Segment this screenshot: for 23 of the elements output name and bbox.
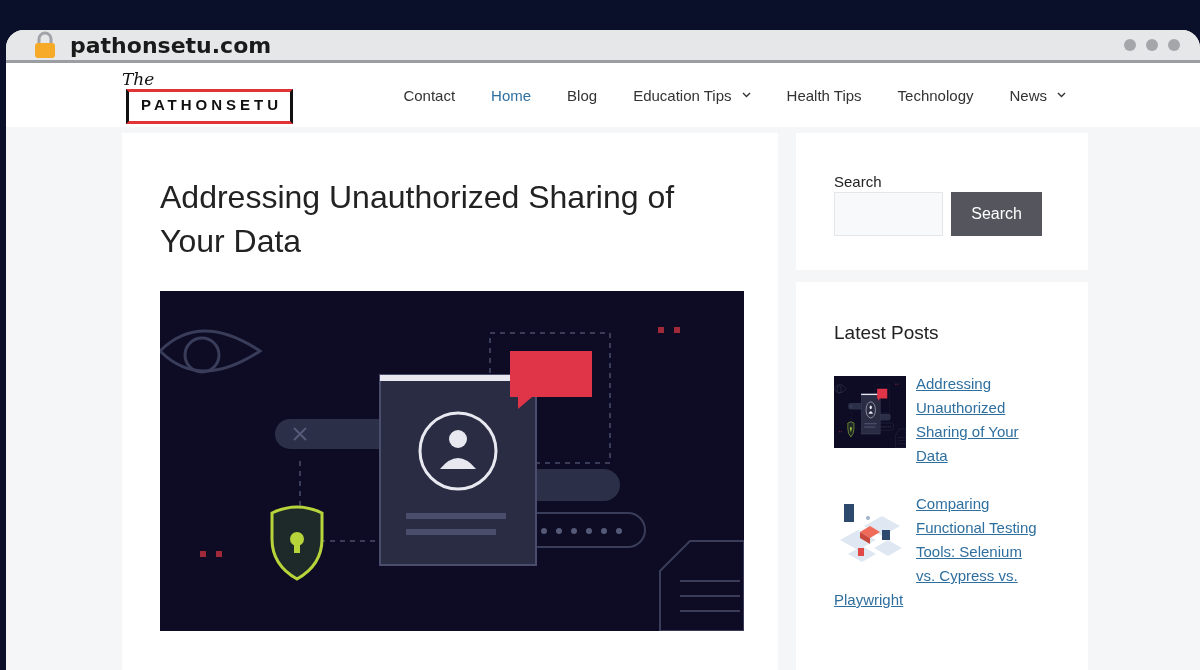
url-text[interactable]: pathonsetu.com [70, 32, 272, 58]
article-title: Addressing Unauthorized Sharing of Your Data [160, 178, 676, 261]
chevron-down-icon [741, 92, 751, 99]
post-link[interactable]: Comparing Functional Testing Tools: Selenium vs. Cypress vs. Playwright [834, 492, 1042, 612]
nav-link[interactable]: Technology [897, 86, 974, 104]
window-dot-icon [1124, 39, 1136, 52]
search-button[interactable]: Search [951, 192, 1042, 236]
nav-link[interactable]: Contact [403, 86, 456, 104]
chevron-down-icon [1057, 92, 1066, 99]
widget-heading: Latest Posts [834, 322, 940, 344]
nav-link[interactable]: Education Tips [633, 86, 751, 104]
window-dot-icon [1168, 39, 1180, 52]
post-thumbnail [834, 376, 906, 448]
search-label: Search [834, 173, 883, 190]
nav-link[interactable]: News [1009, 86, 1066, 104]
nav-link[interactable]: Blog [567, 86, 598, 104]
nav-link[interactable]: Health Tips [786, 86, 862, 104]
logo-script: The [122, 68, 156, 89]
post-link[interactable]: Addressing Unauthorized Sharing of Your Data [834, 372, 1042, 468]
window-dot-icon [1146, 39, 1158, 52]
search-field[interactable] [834, 192, 944, 236]
logo-name[interactable]: PATHONSETU [126, 88, 294, 124]
nav-link[interactable]: Home [491, 86, 532, 104]
